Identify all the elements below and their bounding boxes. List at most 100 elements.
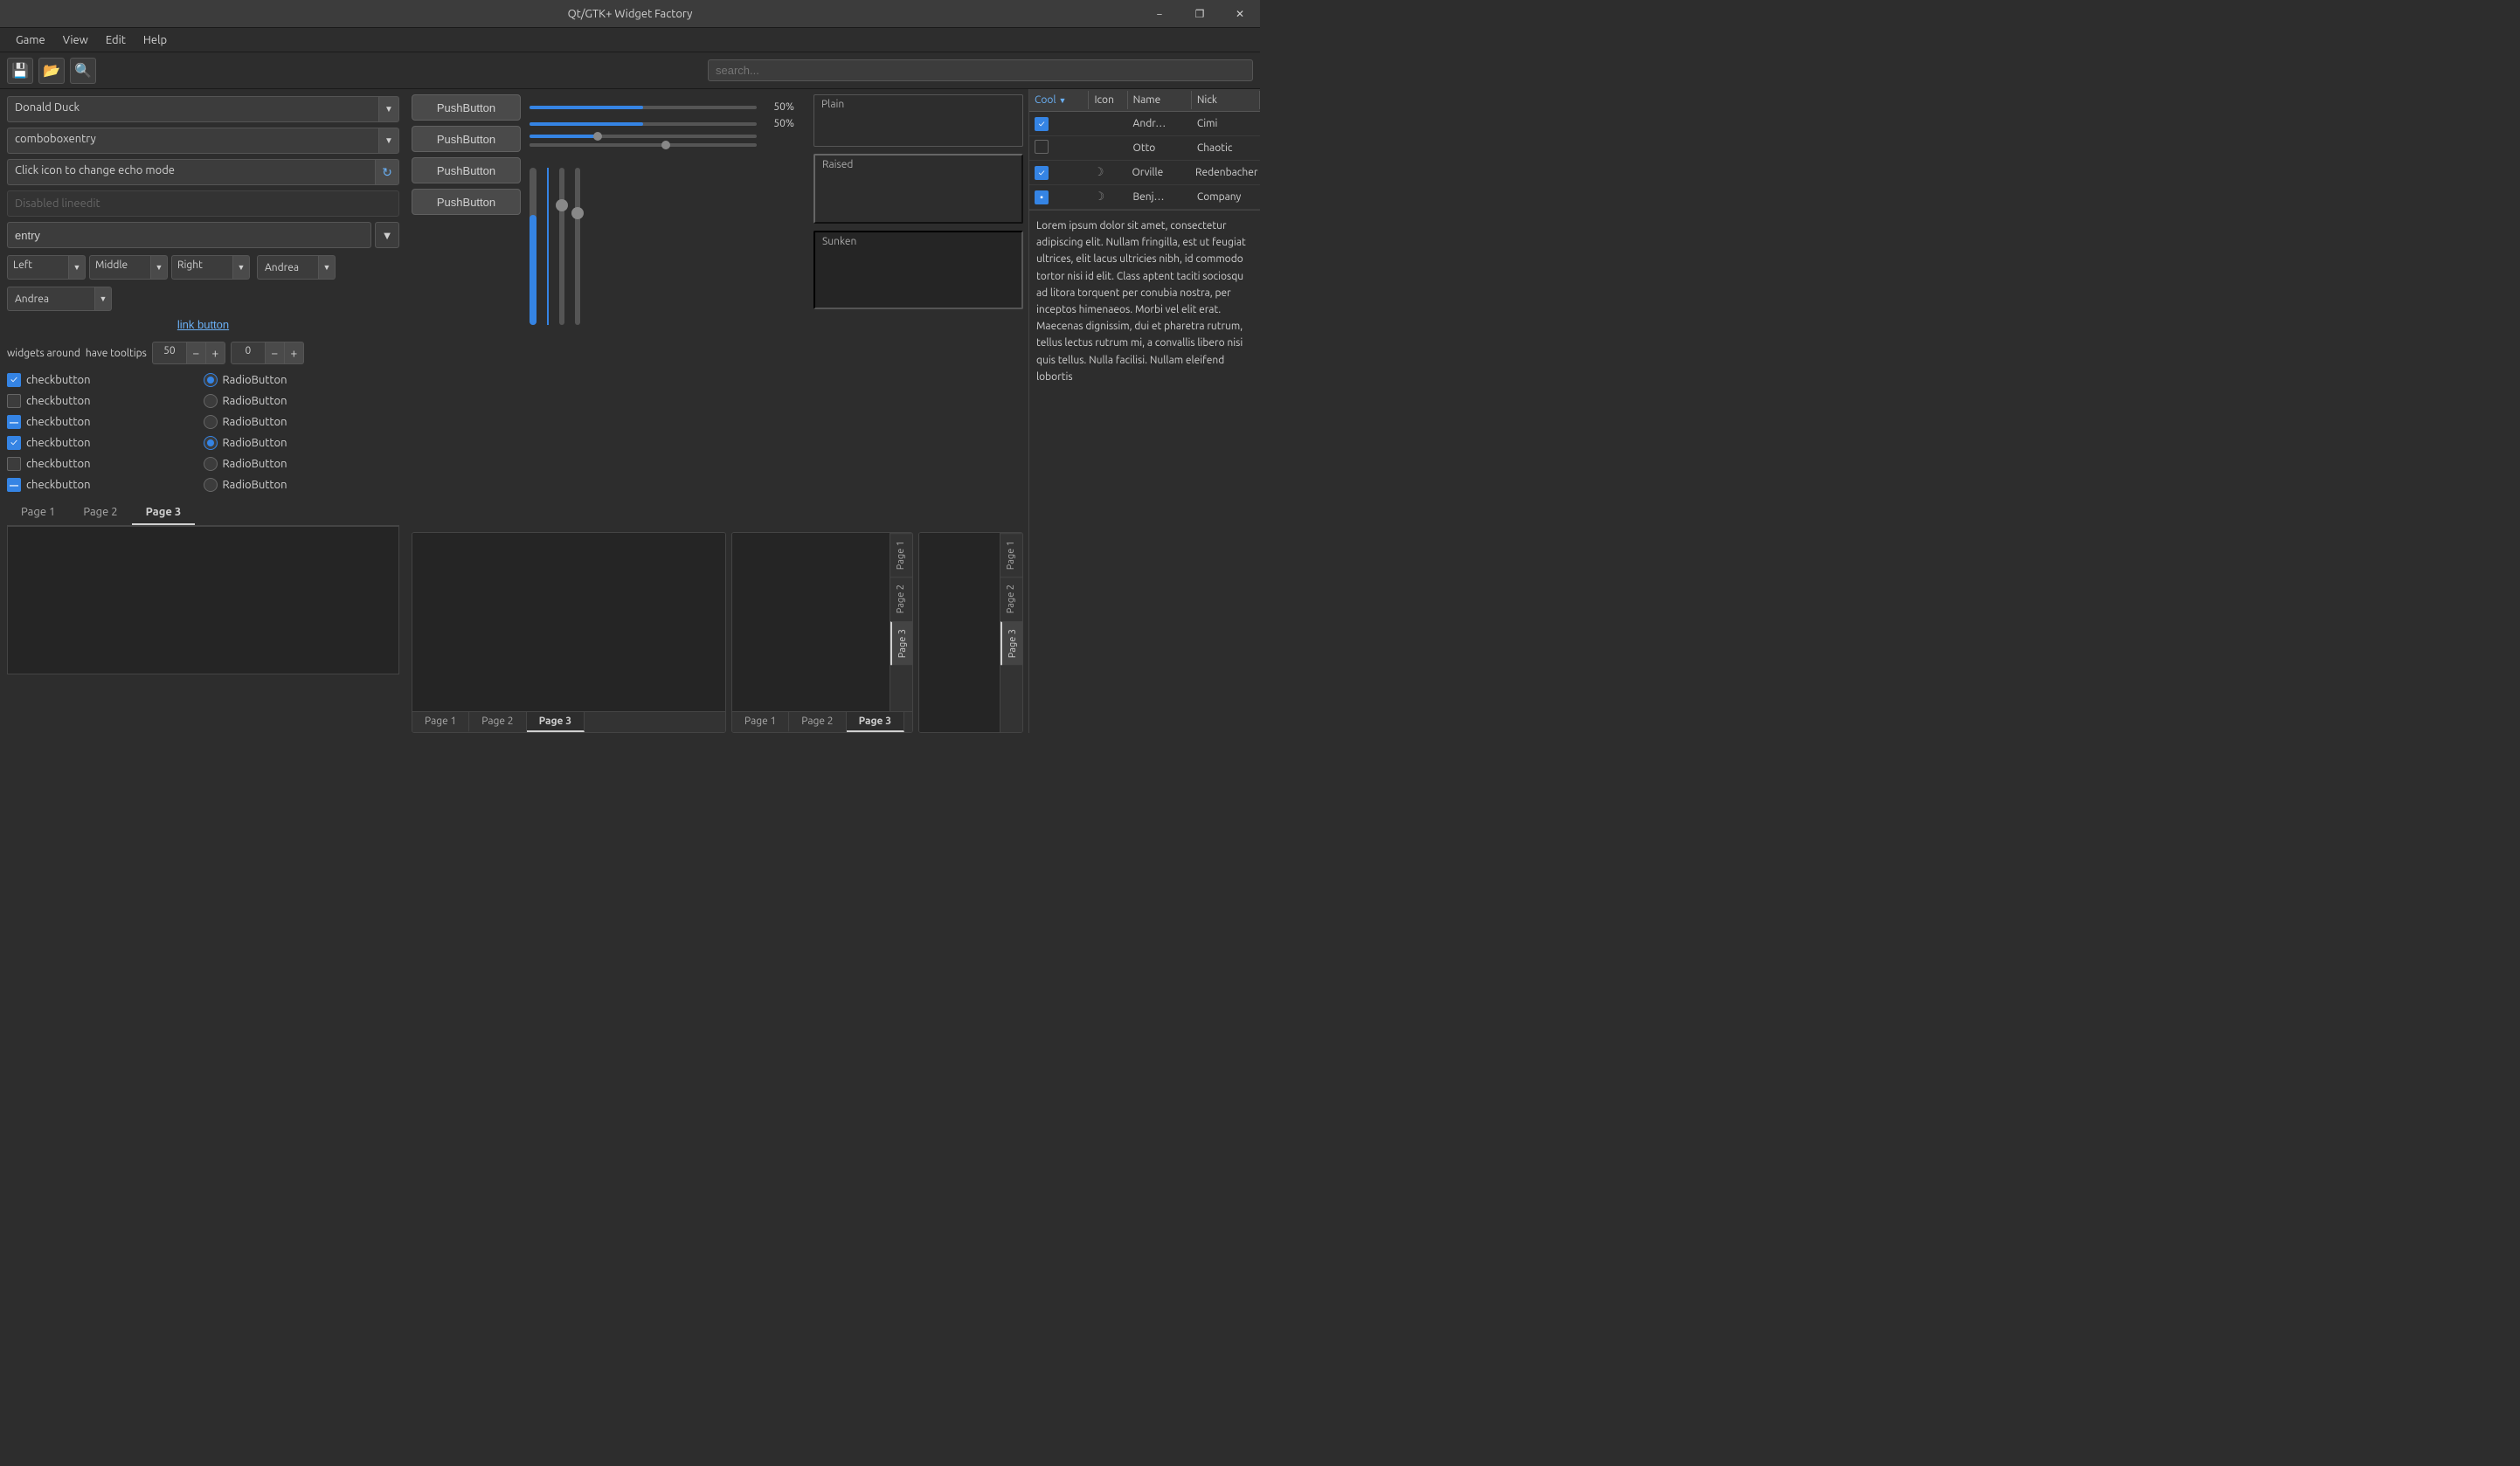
- spinner2-plus[interactable]: +: [285, 342, 304, 364]
- pushbutton-slider-area: PushButton PushButton PushButton PushBut…: [412, 94, 1023, 351]
- td-cool-4: [1029, 190, 1089, 204]
- nb1-tab-page3[interactable]: Page 3: [527, 712, 585, 732]
- menu-edit[interactable]: Edit: [97, 31, 135, 50]
- frame-plain-label: Plain: [821, 99, 844, 110]
- combo-andrea2-arrow[interactable]: ▼: [94, 287, 112, 311]
- spinner1: 50 − +: [152, 342, 225, 364]
- cell-checkbox-3[interactable]: [1035, 166, 1049, 180]
- echo-input[interactable]: Click icon to change echo mode: [7, 159, 375, 185]
- cell-checkbox-2[interactable]: [1035, 140, 1049, 154]
- nb1-tab-page1[interactable]: Page 1: [412, 712, 469, 732]
- checkbox-1[interactable]: checkbutton: [7, 371, 204, 389]
- spinner1-plus[interactable]: +: [206, 342, 225, 364]
- checkbox-5[interactable]: checkbutton: [7, 455, 204, 473]
- checkbox-1-label: checkbutton: [26, 374, 91, 386]
- combo-right-value[interactable]: Right: [171, 255, 232, 280]
- pushbutton-2[interactable]: PushButton: [412, 126, 521, 152]
- minimize-button[interactable]: −: [1139, 0, 1180, 28]
- radio-6[interactable]: RadioButton: [204, 476, 400, 494]
- notebook-2-htabs: Page 1 Page 2 Page 3: [732, 711, 912, 732]
- pushbutton-3[interactable]: PushButton: [412, 157, 521, 183]
- entry-input[interactable]: [7, 222, 371, 248]
- th-cool[interactable]: Cool ▼: [1029, 91, 1089, 109]
- th-name[interactable]: Name: [1128, 91, 1192, 109]
- radio-1[interactable]: RadioButton: [204, 371, 400, 389]
- nb2-vtab-page2[interactable]: Page 2: [890, 577, 912, 620]
- combo-donald-arrow[interactable]: ▼: [378, 96, 399, 122]
- nb2-vtab-page1[interactable]: Page 1: [890, 533, 912, 577]
- nb3-vtab-page3[interactable]: Page 3: [1000, 621, 1022, 665]
- search-tool-button[interactable]: 🔍: [70, 58, 96, 84]
- td-cool-2: [1029, 140, 1089, 156]
- checkbox-4[interactable]: checkbutton: [7, 434, 204, 452]
- td-icon-3: ☽: [1089, 166, 1127, 179]
- close-button[interactable]: ✕: [1220, 0, 1260, 28]
- notebook-2-vtabs: Page 1 Page 2 Page 3: [890, 533, 912, 711]
- combo-left-arrow[interactable]: ▼: [68, 255, 86, 280]
- checkbox-2[interactable]: checkbutton: [7, 392, 204, 410]
- checkbox-3-box: [7, 415, 21, 429]
- combo-andrea1-arrow[interactable]: ▼: [318, 255, 336, 280]
- menu-view[interactable]: View: [54, 31, 97, 50]
- tab-page2[interactable]: Page 2: [69, 501, 131, 525]
- nb3-vtab-page2[interactable]: Page 2: [1000, 577, 1022, 620]
- h-sliders: 50% 50%: [530, 94, 805, 351]
- cell-checkbox-1[interactable]: [1035, 117, 1049, 131]
- right-panel: Cool ▼ Icon Name Nick Andr… Cimi: [1028, 89, 1260, 733]
- andrea2-row: Andrea ▼ link button: [7, 287, 399, 335]
- radio-3[interactable]: RadioButton: [204, 413, 400, 431]
- combo-entry-arrow[interactable]: ▼: [378, 128, 399, 154]
- v-slider-2-line: [547, 168, 549, 325]
- echo-button[interactable]: ↻: [375, 159, 399, 185]
- nb2-vtab-page3[interactable]: Page 3: [890, 621, 912, 665]
- nb2-tab-page2[interactable]: Page 2: [789, 712, 846, 732]
- link-button[interactable]: link button: [7, 315, 399, 335]
- menu-game[interactable]: Game: [7, 31, 54, 50]
- th-icon[interactable]: Icon: [1089, 91, 1127, 109]
- disabled-input: Disabled lineedit: [7, 190, 399, 217]
- pushbutton-4[interactable]: PushButton: [412, 189, 521, 215]
- search-icon: 🔍: [74, 62, 92, 79]
- nb1-tab-page2[interactable]: Page 2: [469, 712, 526, 732]
- nb3-vtab-page1[interactable]: Page 1: [1000, 533, 1022, 577]
- save-button[interactable]: 💾: [7, 58, 33, 84]
- checkbox-6[interactable]: checkbutton: [7, 476, 204, 494]
- checkbox-5-box: [7, 457, 21, 471]
- table-header: Cool ▼ Icon Name Nick: [1029, 89, 1260, 112]
- open-button[interactable]: 📂: [38, 58, 65, 84]
- radio-6-btn: [204, 478, 218, 492]
- tab-page3[interactable]: Page 3: [132, 501, 196, 525]
- radio-4[interactable]: RadioButton: [204, 434, 400, 452]
- combo-andrea2[interactable]: Andrea: [7, 287, 94, 311]
- td-cool-1: [1029, 117, 1089, 131]
- th-nick[interactable]: Nick: [1192, 91, 1260, 109]
- search-input[interactable]: [708, 59, 1253, 81]
- radio-2[interactable]: RadioButton: [204, 392, 400, 410]
- combo-entry[interactable]: comboboxentry: [7, 128, 378, 154]
- combo-middle-arrow[interactable]: ▼: [150, 255, 168, 280]
- h-slider-track-4: [530, 143, 757, 147]
- combo-middle-value[interactable]: Middle: [89, 255, 150, 280]
- menu-help[interactable]: Help: [135, 31, 176, 50]
- cell-checkbox-4[interactable]: [1035, 190, 1049, 204]
- nb2-tab-page1[interactable]: Page 1: [732, 712, 789, 732]
- v-slider-2: [547, 159, 549, 351]
- td-name-2: Otto: [1128, 142, 1192, 154]
- radio-5[interactable]: RadioButton: [204, 455, 400, 473]
- combo-left-value[interactable]: Left: [7, 255, 68, 280]
- spinner2-minus[interactable]: −: [266, 342, 285, 364]
- maximize-button[interactable]: ❐: [1180, 0, 1220, 28]
- pushbutton-1[interactable]: PushButton: [412, 94, 521, 121]
- checkbox-2-box: [7, 394, 21, 408]
- h-slider-fill-2: [530, 122, 643, 126]
- tab-page1[interactable]: Page 1: [7, 501, 69, 525]
- spinner1-minus[interactable]: −: [187, 342, 206, 364]
- checkbox-3[interactable]: checkbutton: [7, 413, 204, 431]
- radio-5-label: RadioButton: [223, 458, 287, 470]
- entry-btn[interactable]: ▼: [375, 222, 399, 248]
- td-nick-3: Redenbacher: [1190, 167, 1260, 178]
- combo-andrea1[interactable]: Andrea: [257, 255, 318, 280]
- nb2-tab-page3[interactable]: Page 3: [847, 712, 905, 732]
- combo-donald[interactable]: Donald Duck: [7, 96, 378, 122]
- combo-right-arrow[interactable]: ▼: [232, 255, 250, 280]
